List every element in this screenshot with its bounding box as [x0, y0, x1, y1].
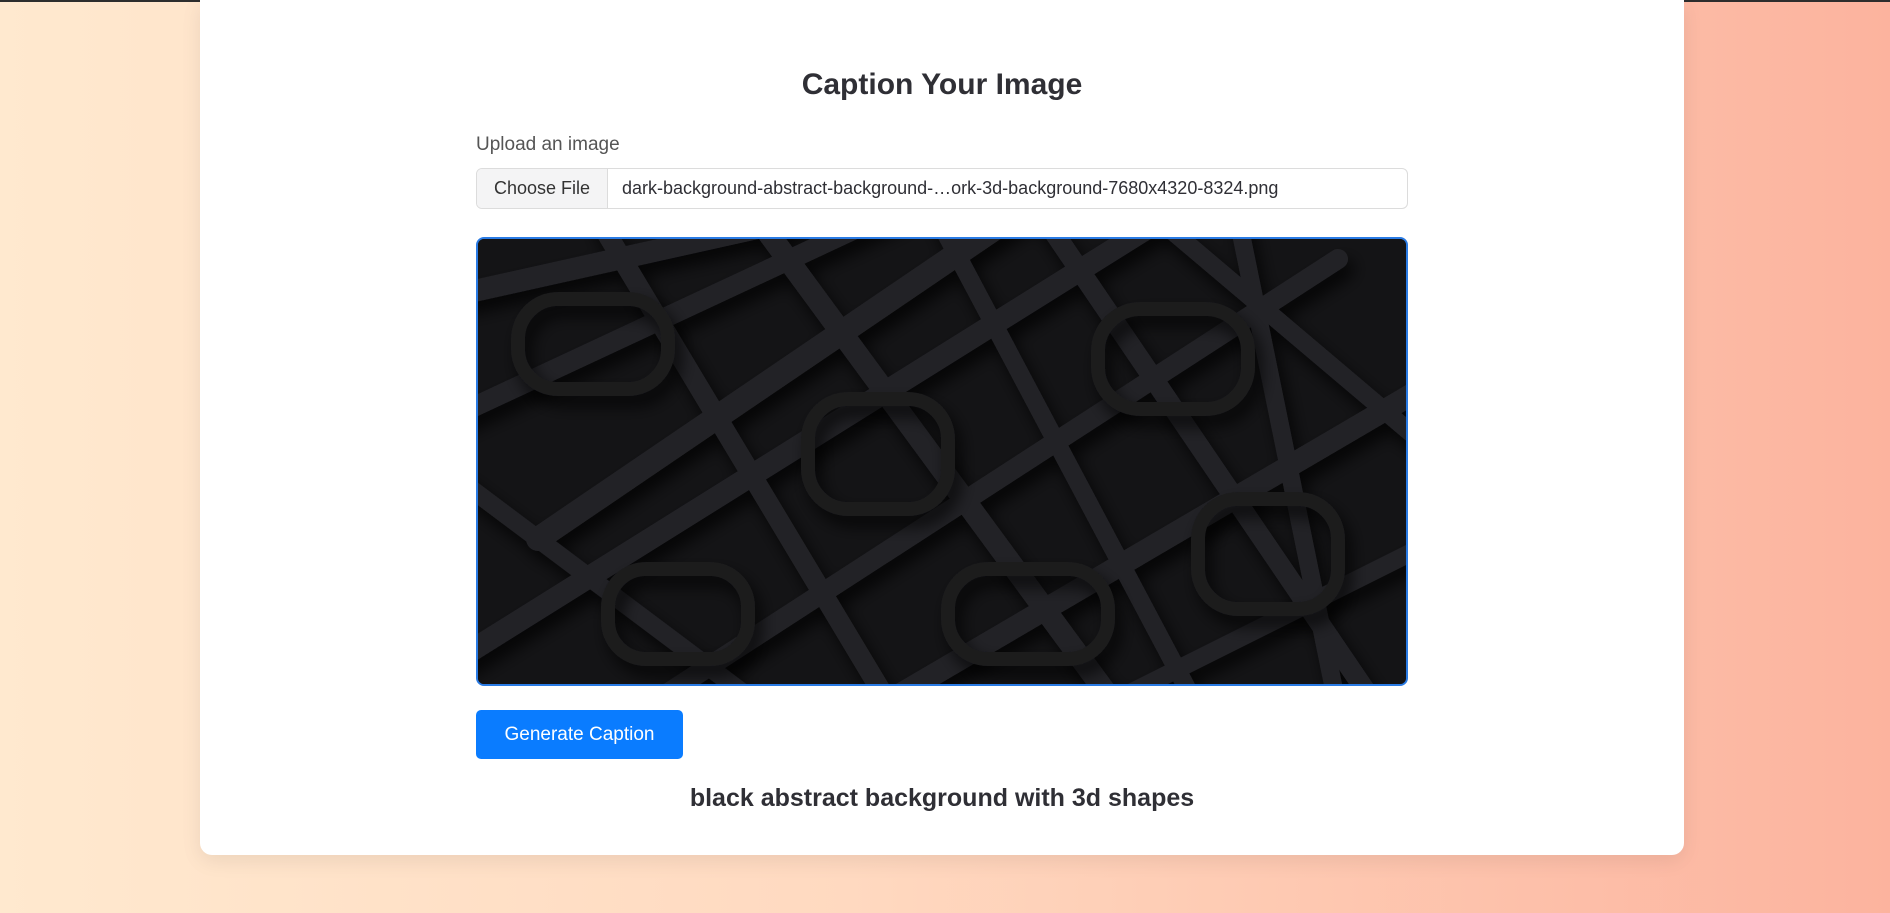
- file-input[interactable]: Choose File dark-background-abstract-bac…: [476, 168, 1408, 209]
- generated-caption: black abstract background with 3d shapes: [689, 784, 1195, 812]
- upload-label: Upload an image: [476, 134, 620, 155]
- page-title: Caption Your Image: [801, 68, 1083, 101]
- selected-file-name: dark-background-abstract-background-…ork…: [622, 178, 1279, 198]
- choose-file-button[interactable]: Choose File: [477, 169, 608, 208]
- image-preview: [476, 237, 1408, 686]
- abstract-image: [478, 239, 1406, 684]
- generate-caption-button[interactable]: Generate Caption: [476, 710, 683, 759]
- main-card: Caption Your Image Upload an image Choos…: [200, 0, 1684, 855]
